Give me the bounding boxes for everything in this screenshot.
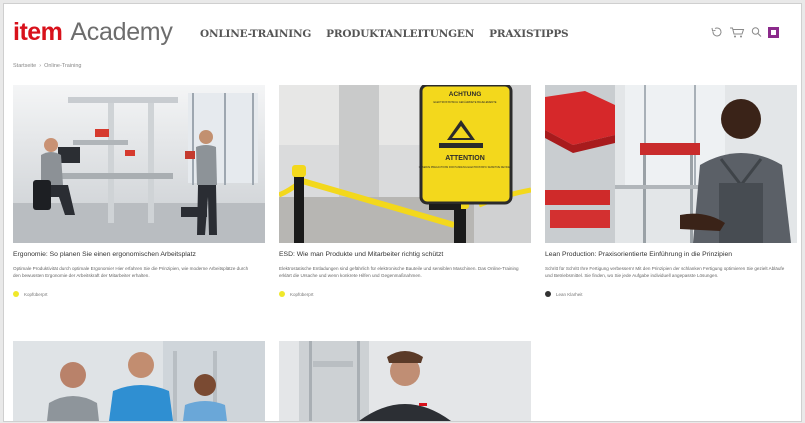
cart-icon[interactable] (729, 26, 745, 38)
card-tag: Kopfüberprt (13, 291, 265, 297)
history-icon[interactable] (710, 26, 723, 38)
page-frame: item Academy ONLINE-TRAINING PRODUKTANLE… (3, 3, 802, 422)
card-image-ergonomie[interactable] (13, 85, 265, 243)
alert-achtung-sub: ELEKTROSTATISCH GEFÄHRDETE BAUELEMENTE (433, 100, 496, 104)
tag-dot-icon (279, 291, 285, 297)
breadcrumb-home[interactable]: Startseite (13, 63, 36, 69)
course-card-ergonomie[interactable]: Ergonomie: So planen Sie einen ergonomis… (13, 85, 265, 297)
header-icons (710, 26, 779, 38)
tag-dot-icon (545, 291, 551, 297)
card-tag-label: Kopfüberprt (290, 291, 314, 297)
card-tag: Lean Klarheit (545, 291, 797, 297)
breadcrumb-current: Online-Training (44, 63, 82, 69)
card-tag-label: Lean Klarheit (556, 291, 583, 297)
course-card-lean[interactable]: Lean Production: Praxisorientierte Einfü… (545, 85, 797, 297)
course-card-esd[interactable]: ACHTUNG ELEKTROSTATISCH GEFÄHRDETE BAUEL… (279, 85, 531, 297)
account-icon[interactable] (768, 26, 779, 38)
card-title[interactable]: ESD: Wie man Produkte und Mitarbeiter ri… (279, 251, 531, 258)
card-image-lean[interactable] (545, 85, 797, 243)
site-logo[interactable]: item Academy (13, 18, 173, 47)
search-icon[interactable] (751, 26, 762, 38)
card-title[interactable]: Lean Production: Praxisorientierte Einfü… (545, 251, 797, 258)
course-card-image-team[interactable] (13, 341, 265, 421)
breadcrumb: Startseite › Online-Training (13, 63, 82, 69)
card-description: Elektrostatische Entladungen sind gefähr… (279, 266, 519, 278)
card-description: Schritt für Schritt Ihre Fertigung verbe… (545, 266, 785, 278)
card-image-esd[interactable]: ACHTUNG ELEKTROSTATISCH GEFÄHRDETE BAUEL… (279, 85, 531, 243)
nav-praxistipps[interactable]: PRAXISTIPPS (489, 28, 569, 40)
main-nav: ONLINE-TRAINING PRODUKTANLEITUNGEN PRAXI… (200, 28, 569, 40)
card-tag: Kopfüberprt (279, 291, 531, 297)
logo-academy-text: Academy (70, 18, 173, 46)
card-title[interactable]: Ergonomie: So planen Sie einen ergonomis… (13, 251, 265, 258)
logo-item-text: item (13, 18, 63, 46)
card-tag-label: Kopfüberprt (24, 291, 48, 297)
alert-achtung: ACHTUNG (449, 91, 482, 98)
alert-attention-sub: OBSERVE PRECAUTIONS FOR HANDLING ELECTRO… (419, 166, 512, 169)
card-description: Optimale Produktivität durch optimale Er… (13, 266, 249, 278)
nav-produktanleitungen[interactable]: PRODUKTANLEITUNGEN (326, 28, 474, 40)
alert-attention: ATTENTION (445, 155, 485, 162)
tag-dot-icon (13, 291, 19, 297)
site-header: item Academy ONLINE-TRAINING PRODUKTANLE… (4, 4, 801, 52)
nav-online-training[interactable]: ONLINE-TRAINING (200, 28, 311, 40)
course-card-image-worker[interactable] (279, 341, 531, 421)
